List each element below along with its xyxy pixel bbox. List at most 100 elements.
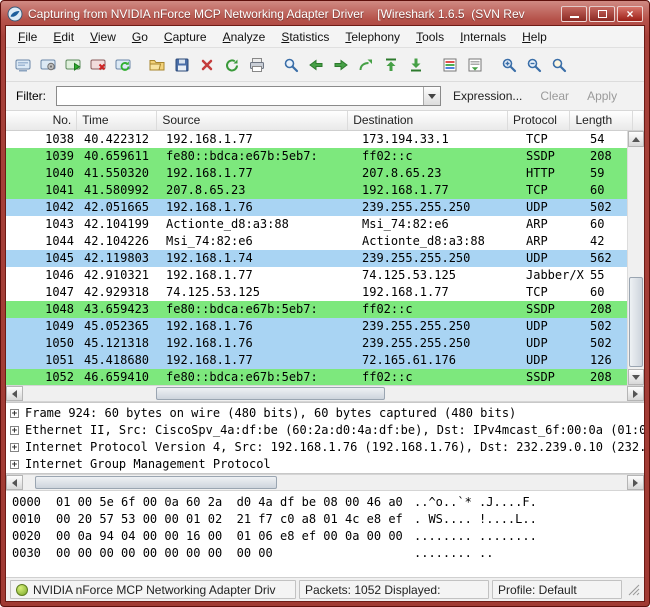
filter-dropdown-button[interactable] [423, 87, 440, 105]
status-packets-text: Packets: 1052 Displayed: [305, 582, 441, 597]
menu-edit[interactable]: Edit [45, 27, 82, 47]
save-file-icon[interactable] [169, 52, 194, 78]
go-forward-icon[interactable] [328, 52, 353, 78]
menu-go[interactable]: Go [124, 27, 156, 47]
scroll-down-button[interactable] [628, 369, 644, 385]
scroll-left-button[interactable] [6, 386, 23, 401]
close-button[interactable]: × [617, 6, 643, 22]
table-row[interactable]: 1049 45.052365 192.168.1.76 239.255.255.250… [6, 318, 627, 335]
table-row[interactable]: 1038 40.422312 192.168.1.77 173.194.33.1 TCP… [6, 131, 627, 148]
column-header-no[interactable]: No. [6, 111, 78, 130]
table-row[interactable]: 1050 45.121318 192.168.1.76 239.255.255.250… [6, 335, 627, 352]
table-row[interactable]: 1044 42.104226 Msi_74:82:e6 Actionte_d8:a3:… [6, 233, 627, 250]
scroll-right-button[interactable] [627, 475, 644, 490]
hex-line[interactable]: 0000 01 00 5e 6f 00 0a 60 2a d0 4a df be … [12, 494, 638, 511]
column-header-length[interactable]: Length [570, 111, 633, 130]
table-row[interactable]: 1041 41.580992 207.8.65.23 192.168.1.77 TCP 6… [6, 182, 627, 199]
column-header-source[interactable]: Source [157, 111, 349, 130]
table-row[interactable]: 1051 45.418680 192.168.1.77 72.165.61.176 UD… [6, 352, 627, 369]
scroll-right-button[interactable] [627, 386, 644, 401]
find-packet-icon[interactable] [278, 52, 303, 78]
expand-icon[interactable] [10, 460, 19, 470]
arrow-up-icon [632, 136, 640, 142]
menu-help[interactable]: Help [514, 27, 555, 47]
zoom-in-icon[interactable] [496, 52, 521, 78]
detail-frame[interactable]: Frame 924: 60 bytes on wire (480 bits), … [6, 405, 644, 422]
hex-line[interactable]: 0010 00 20 57 53 00 00 01 02 21 f7 c0 a8 … [12, 511, 638, 528]
table-row[interactable]: 1042 42.051665 192.168.1.76 239.255.255.250… [6, 199, 627, 216]
scroll-up-button[interactable] [628, 131, 644, 147]
menu-telephony[interactable]: Telephony [337, 27, 408, 47]
minimize-button[interactable] [561, 6, 587, 22]
open-file-icon[interactable] [144, 52, 169, 78]
cell-time: 42.119803 [84, 251, 150, 265]
clear-button[interactable]: Clear [534, 86, 575, 106]
cell-source: 192.168.1.76 [166, 336, 253, 350]
titlebar[interactable]: Capturing from NVIDIA nForce MCP Network… [5, 3, 645, 25]
table-row[interactable]: 1052 46.659410 fe80::bdca:e67b:5eb7: ff02::… [6, 369, 627, 385]
stop-capture-icon[interactable] [85, 52, 110, 78]
colorize-packets-icon[interactable] [437, 52, 462, 78]
table-row[interactable]: 1043 42.104199 Actionte_d8:a3:88 Msi_74:82:… [6, 216, 627, 233]
menu-capture[interactable]: Capture [156, 27, 215, 47]
expand-icon[interactable] [10, 409, 19, 419]
menu-internals[interactable]: Internals [452, 27, 514, 47]
list-interfaces-icon[interactable] [10, 52, 35, 78]
packet-list-hscrollbar[interactable] [6, 385, 644, 402]
capture-options-icon[interactable] [35, 52, 60, 78]
go-to-packet-icon[interactable] [353, 52, 378, 78]
reload-icon[interactable] [219, 52, 244, 78]
menu-file[interactable]: File [10, 27, 45, 47]
column-header-destination[interactable]: Destination [348, 111, 508, 130]
zoom-normal-icon[interactable] [546, 52, 571, 78]
hex-line[interactable]: 0030 00 00 00 00 00 00 00 00 00 00.......… [12, 545, 638, 562]
go-to-top-icon[interactable] [378, 52, 403, 78]
filter-button[interactable]: Filter: [12, 87, 50, 105]
vertical-scroll-thumb[interactable] [629, 277, 643, 367]
hscroll-thumb[interactable] [155, 387, 386, 400]
filter-input[interactable] [57, 87, 423, 105]
table-row[interactable]: 1040 41.550320 192.168.1.77 207.8.65.23 HTTP… [6, 165, 627, 182]
maximize-button[interactable] [589, 6, 615, 22]
expert-info-icon[interactable] [16, 583, 28, 596]
expression-button[interactable]: Expression... [447, 86, 528, 106]
detail-igmp[interactable]: Internet Group Management Protocol [6, 456, 644, 473]
scroll-left-button[interactable] [6, 475, 23, 490]
table-row[interactable]: 1048 43.659423 fe80::bdca:e67b:5eb7: ff02::… [6, 301, 627, 318]
table-row[interactable]: 1039 40.659611 fe80::bdca:e67b:5eb7: ff02::… [6, 148, 627, 165]
vertical-scroll-track[interactable] [628, 147, 644, 369]
hscroll-thumb[interactable] [35, 476, 277, 489]
expand-icon[interactable] [10, 426, 19, 436]
restart-capture-icon[interactable] [110, 52, 135, 78]
menu-analyze[interactable]: Analyze [215, 27, 274, 47]
hex-line[interactable]: 0020 00 0a 94 04 00 00 16 00 01 06 e8 ef … [12, 528, 638, 545]
close-file-icon[interactable] [194, 52, 219, 78]
menu-statistics[interactable]: Statistics [273, 27, 337, 47]
detail-ethernet[interactable]: Ethernet II, Src: CiscoSpv_4a:df:be (60:… [6, 422, 644, 439]
details-hscrollbar[interactable] [6, 474, 644, 491]
hscroll-track[interactable] [23, 475, 627, 490]
start-capture-icon[interactable] [60, 52, 85, 78]
expand-icon[interactable] [10, 443, 19, 453]
cell-no: 1042 [45, 200, 74, 214]
table-row[interactable]: 1045 42.119803 192.168.1.74 239.255.255.250… [6, 250, 627, 267]
menu-tools[interactable]: Tools [408, 27, 452, 47]
cell-protocol: TCP [526, 183, 548, 197]
menu-view[interactable]: View [82, 27, 124, 47]
auto-scroll-icon[interactable] [462, 52, 487, 78]
zoom-out-icon[interactable] [521, 52, 546, 78]
go-back-icon[interactable] [303, 52, 328, 78]
print-icon[interactable] [244, 52, 269, 78]
table-row[interactable]: 1047 42.929318 74.125.53.125 192.168.1.77 TC… [6, 284, 627, 301]
detail-ip[interactable]: Internet Protocol Version 4, Src: 192.16… [6, 439, 644, 456]
go-to-bottom-icon[interactable] [403, 52, 428, 78]
cell-no: 1043 [45, 217, 74, 231]
resize-grip[interactable] [627, 583, 640, 596]
cell-time: 42.104226 [84, 234, 150, 248]
column-header-protocol[interactable]: Protocol [508, 111, 571, 130]
hscroll-track[interactable] [23, 386, 627, 401]
column-header-time[interactable]: Time [77, 111, 158, 130]
vertical-scrollbar[interactable] [627, 131, 644, 385]
apply-button[interactable]: Apply [581, 86, 623, 106]
table-row[interactable]: 1046 42.910321 192.168.1.77 74.125.53.125 Ja… [6, 267, 627, 284]
